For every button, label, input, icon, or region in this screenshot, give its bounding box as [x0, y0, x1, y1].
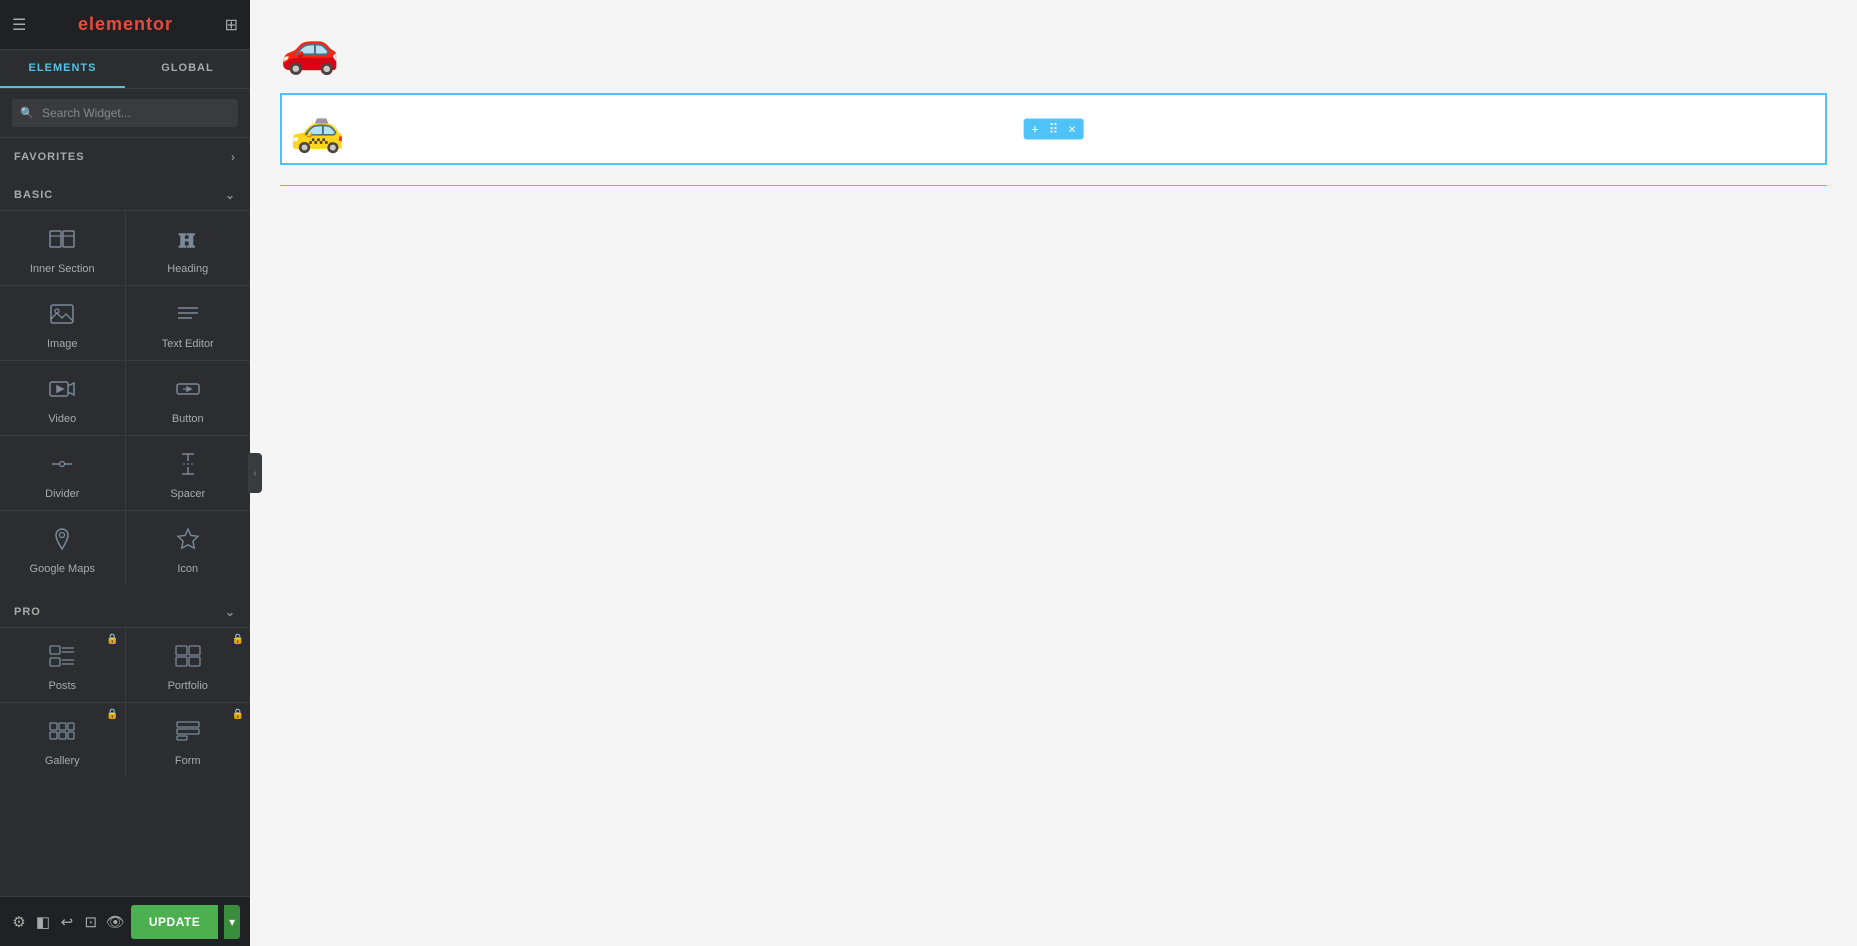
- section-pro-label: PRO: [14, 606, 41, 618]
- chevron-right-icon: ›: [231, 150, 236, 164]
- sidebar-footer: ⚙ ◧ ↩ ⊡ 👁 UPDATE ▾: [0, 896, 250, 946]
- update-arrow-button[interactable]: ▾: [224, 905, 240, 939]
- widget-spacer-label: Spacer: [170, 488, 205, 500]
- divider-icon: [48, 450, 76, 482]
- eye-button[interactable]: 👁: [106, 906, 125, 938]
- widget-text-editor-label: Text Editor: [162, 338, 214, 350]
- widget-button[interactable]: Button: [126, 361, 251, 435]
- section-basic: BASIC ⌄ Inner Section: [0, 176, 250, 589]
- widget-posts-label: Posts: [48, 680, 76, 692]
- canvas-content: 🚗 🚕 + ⠿ ×: [250, 0, 1857, 946]
- section-favorites: FAVORITES ›: [0, 138, 250, 176]
- section-pro-header[interactable]: PRO ⌄: [0, 597, 250, 627]
- section-move-handle[interactable]: ⠿: [1047, 121, 1061, 138]
- section-basic-label: BASIC: [14, 189, 53, 201]
- image-icon: [48, 300, 76, 332]
- widget-gallery[interactable]: 🔒 Gallery: [0, 703, 125, 777]
- sidebar-tabs: ELEMENTS GLOBAL: [0, 50, 250, 89]
- widget-gallery-label: Gallery: [45, 755, 80, 767]
- selected-section[interactable]: 🚕 + ⠿ ×: [280, 93, 1827, 165]
- widget-icon[interactable]: Icon: [126, 511, 251, 585]
- widget-inner-section[interactable]: Inner Section: [0, 211, 125, 285]
- spacer-icon: [174, 450, 202, 482]
- inner-section-icon: [48, 225, 76, 257]
- main-canvas: 🚗 🚕 + ⠿ ×: [250, 0, 1857, 946]
- section-add-button[interactable]: +: [1029, 121, 1041, 138]
- widget-divider[interactable]: Divider: [0, 436, 125, 510]
- form-icon: [174, 717, 202, 749]
- sidebar-collapse-handle[interactable]: ‹: [248, 453, 262, 493]
- layers-button[interactable]: ◧: [34, 906, 52, 938]
- google-maps-icon: [48, 525, 76, 557]
- widget-portfolio[interactable]: 🔒 Portfolio: [126, 628, 251, 702]
- widget-image[interactable]: Image: [0, 286, 125, 360]
- widget-image-label: Image: [47, 338, 78, 350]
- section-close-button[interactable]: ×: [1066, 121, 1078, 138]
- lock-icon-posts: 🔒: [106, 634, 118, 645]
- settings-button[interactable]: ⚙: [10, 906, 28, 938]
- grid-menu-icon[interactable]: ⊞: [225, 15, 238, 35]
- hamburger-menu-icon[interactable]: ☰: [12, 15, 26, 35]
- widget-heading-label: Heading: [167, 263, 208, 275]
- history-button[interactable]: ↩: [58, 906, 76, 938]
- search-input[interactable]: [12, 99, 238, 127]
- section-favorites-label: FAVORITES: [14, 151, 85, 163]
- sidebar-scroll: FAVORITES › BASIC ⌄: [0, 89, 250, 946]
- basic-widget-grid: Inner Section H Heading: [0, 210, 250, 585]
- widget-text-editor[interactable]: Text Editor: [126, 286, 251, 360]
- widget-spacer[interactable]: Spacer: [126, 436, 251, 510]
- icon-widget-icon: [174, 525, 202, 557]
- portfolio-icon: [174, 642, 202, 674]
- video-icon: [48, 375, 76, 407]
- widget-form-label: Form: [175, 755, 201, 767]
- section-toolbar: + ⠿ ×: [1023, 119, 1084, 140]
- sidebar: ☰ elementor ⊞ ELEMENTS GLOBAL FAVORITES …: [0, 0, 250, 946]
- widget-form[interactable]: 🔒 Form: [126, 703, 251, 777]
- text-editor-icon: [174, 300, 202, 332]
- tab-global[interactable]: GLOBAL: [125, 50, 250, 88]
- heading-icon: H: [174, 225, 202, 257]
- canvas-divider: [280, 185, 1827, 186]
- lock-icon-portfolio: 🔒: [232, 634, 244, 645]
- svg-text:H: H: [179, 230, 195, 252]
- search-container: [0, 89, 250, 138]
- car-black-section: 🚗: [280, 20, 1827, 77]
- chevron-down-pro-icon: ⌄: [225, 605, 236, 619]
- car-black-icon: 🚗: [280, 20, 1827, 77]
- lock-icon-gallery: 🔒: [106, 709, 118, 720]
- update-button[interactable]: UPDATE: [131, 905, 218, 939]
- button-icon: [174, 375, 202, 407]
- app-logo: elementor: [78, 14, 173, 35]
- tab-elements[interactable]: ELEMENTS: [0, 50, 125, 88]
- widget-button-label: Button: [172, 413, 204, 425]
- widget-icon-label: Icon: [177, 563, 198, 575]
- widget-video-label: Video: [48, 413, 76, 425]
- widget-inner-section-label: Inner Section: [30, 263, 95, 275]
- widget-heading[interactable]: H Heading: [126, 211, 251, 285]
- widget-video[interactable]: Video: [0, 361, 125, 435]
- section-basic-header[interactable]: BASIC ⌄: [0, 180, 250, 210]
- widget-portfolio-label: Portfolio: [168, 680, 208, 692]
- posts-icon: [48, 642, 76, 674]
- sidebar-header: ☰ elementor ⊞: [0, 0, 250, 50]
- widget-divider-label: Divider: [45, 488, 79, 500]
- section-favorites-header[interactable]: FAVORITES ›: [0, 142, 250, 172]
- chevron-down-icon: ⌄: [225, 188, 236, 202]
- navigator-button[interactable]: ⊡: [82, 906, 100, 938]
- lock-icon-form: 🔒: [232, 709, 244, 720]
- widget-google-maps[interactable]: Google Maps: [0, 511, 125, 585]
- widget-google-maps-label: Google Maps: [30, 563, 95, 575]
- widget-posts[interactable]: 🔒 Posts: [0, 628, 125, 702]
- section-pro: PRO ⌄ 🔒: [0, 589, 250, 781]
- gallery-icon: [48, 717, 76, 749]
- pro-widget-grid: 🔒 Posts 🔒: [0, 627, 250, 777]
